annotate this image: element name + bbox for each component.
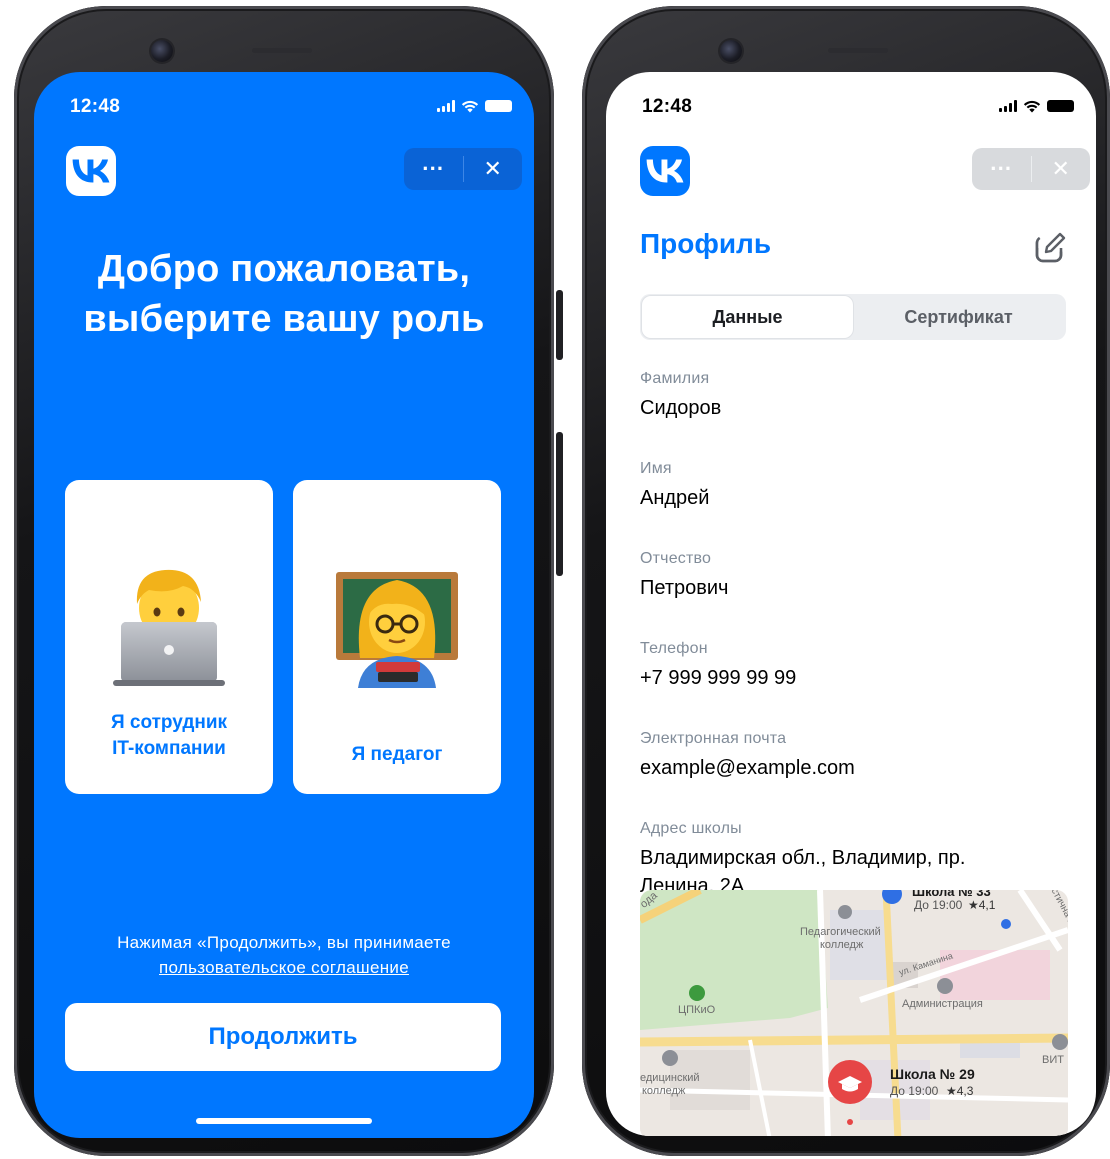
home-indicator[interactable] — [196, 1118, 372, 1124]
field-value: Сидоров — [640, 397, 722, 419]
field-label: Фамилия — [640, 370, 710, 387]
vk-logo-icon — [72, 159, 110, 183]
profile-fields: Фамилия Сидоров Имя Андрей Отчество Петр… — [640, 368, 1066, 936]
map-top-school-rating: ★4,1 — [968, 898, 996, 912]
battery-icon — [1047, 100, 1074, 112]
close-button[interactable]: ✕ — [464, 148, 523, 190]
volume-up-button — [556, 290, 563, 360]
teacher-emoji-icon — [293, 558, 501, 688]
field-value: Петрович — [640, 577, 729, 599]
map-label-school-29[interactable]: Школа № 29 — [890, 1066, 975, 1082]
mini-app-controls: ··· ✕ — [972, 148, 1090, 190]
role-card-teacher[interactable]: Я педагог — [293, 480, 501, 794]
vk-logo — [640, 146, 690, 196]
role-label-teacher: Я педагог — [351, 744, 443, 765]
wifi-icon — [461, 100, 479, 113]
map-school-hours: До 19:00 — [890, 1084, 939, 1098]
map-school-rating: ★4,3 — [946, 1084, 974, 1098]
page-title: Профиль — [640, 228, 772, 259]
field-value: example@example.com — [640, 757, 855, 779]
map-label-admin: Администрация — [902, 998, 983, 1010]
role-label-it: Я сотрудник IT-компании — [73, 710, 265, 762]
field-label: Имя — [640, 460, 672, 477]
wifi-icon — [1023, 100, 1041, 113]
tab-certificate[interactable]: Сертификат — [853, 296, 1064, 338]
role-label-it-line1: Я сотрудник — [110, 712, 228, 733]
profile-screen: 12:48 ··· ✕ Профиль Данные Сертификат Фа… — [606, 72, 1096, 1136]
field-first-name: Имя Андрей — [640, 458, 1066, 512]
map-label-park: ЦПКиО — [678, 1004, 716, 1016]
technologist-emoji-icon — [65, 558, 273, 688]
field-label: Адрес школы — [640, 820, 742, 837]
cellular-signal-icon — [999, 100, 1017, 112]
welcome-title-line1: Добро пожаловать, — [97, 248, 471, 290]
map-label-med-college: едицинский — [640, 1072, 700, 1084]
welcome-title: Добро пожаловать, выберите вашу роль — [34, 244, 534, 344]
map-label-college-2: колледж — [820, 939, 864, 951]
battery-icon — [485, 100, 512, 112]
cellular-signal-icon — [437, 100, 455, 112]
earpiece-speaker — [828, 48, 888, 53]
front-camera-icon — [720, 40, 742, 62]
school-map[interactable]: Школа № 33 До 19:00 ★4,1 Педагогический … — [640, 890, 1068, 1136]
status-time: 12:48 — [70, 96, 121, 117]
field-surname: Фамилия Сидоров — [640, 368, 1066, 422]
edit-icon[interactable] — [1032, 230, 1068, 266]
map-label-vit: ВИТ — [1042, 1054, 1064, 1066]
role-label-it-line2: IT-компании — [112, 738, 226, 759]
field-email: Электронная почта example@example.com — [640, 728, 1066, 782]
vk-logo-icon — [646, 159, 684, 183]
user-agreement-link[interactable]: пользовательское соглашение — [34, 955, 534, 980]
more-button[interactable]: ··· — [404, 148, 463, 190]
map-label-college: Педагогический — [800, 926, 881, 938]
field-label: Телефон — [640, 640, 708, 657]
earpiece-speaker — [252, 48, 312, 53]
field-school-address: Адрес школы Владимирская обл., Владимир,… — [640, 818, 1066, 900]
phone-frame-left: 12:48 ··· ✕ Добро пожаловать, выберите в… — [14, 6, 554, 1156]
field-value: Андрей — [640, 487, 710, 509]
address-line1: Владимирская обл., Владимир, пр. — [640, 847, 966, 869]
field-value: +7 999 999 99 99 — [640, 667, 797, 689]
welcome-screen: 12:48 ··· ✕ Добро пожаловать, выберите в… — [34, 72, 534, 1138]
field-phone: Телефон +7 999 999 99 99 — [640, 638, 1066, 692]
profile-tabs: Данные Сертификат — [640, 294, 1066, 340]
phone-frame-right: 12:48 ··· ✕ Профиль Данные Сертификат Фа… — [556, 6, 1110, 1156]
status-bar: 12:48 — [34, 94, 534, 118]
power-button — [556, 432, 563, 576]
continue-button[interactable]: Продолжить — [65, 1003, 501, 1071]
mini-app-controls: ··· ✕ — [404, 148, 522, 190]
field-label: Электронная почта — [640, 730, 787, 747]
agreement-text: Нажимая «Продолжить», вы принимаете — [117, 933, 451, 952]
role-card-it-employee[interactable]: Я сотрудник IT-компании — [65, 480, 273, 794]
close-button[interactable]: ✕ — [1032, 148, 1091, 190]
agreement-notice: Нажимая «Продолжить», вы принимаете поль… — [34, 930, 534, 980]
field-label: Отчество — [640, 550, 712, 567]
map-label-med-college-2: колледж — [642, 1085, 686, 1097]
tab-data[interactable]: Данные — [642, 296, 853, 338]
status-bar: 12:48 — [606, 94, 1096, 118]
front-camera-icon — [151, 40, 173, 62]
more-button[interactable]: ··· — [972, 148, 1031, 190]
vk-logo — [66, 146, 116, 196]
field-patronymic: Отчество Петрович — [640, 548, 1066, 602]
status-time: 12:48 — [642, 96, 693, 117]
welcome-title-line2: выберите вашу роль — [83, 298, 485, 340]
map-top-school-hours: До 19:00 — [914, 898, 963, 912]
